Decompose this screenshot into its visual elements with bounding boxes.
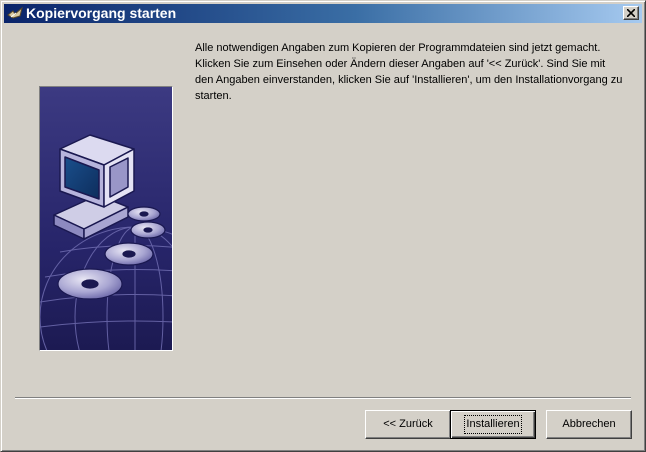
install-button-label: Installieren	[464, 415, 522, 434]
window-title: Kopiervorgang starten	[26, 5, 177, 21]
close-icon	[627, 9, 635, 17]
back-button[interactable]: << Zurück	[365, 410, 451, 439]
installer-icon	[7, 6, 23, 21]
close-button[interactable]	[623, 6, 639, 20]
install-button[interactable]: Installieren	[450, 410, 536, 439]
installer-dialog: Kopiervorgang starten Alle notwendigen A…	[0, 0, 646, 452]
button-separator	[15, 397, 631, 399]
instruction-text: Alle notwendigen Angaben zum Kopieren de…	[195, 42, 623, 102]
cancel-button[interactable]: Abbrechen	[546, 410, 632, 439]
title-bar[interactable]: Kopiervorgang starten	[4, 4, 642, 23]
computer-with-discs-illustration	[39, 86, 173, 351]
